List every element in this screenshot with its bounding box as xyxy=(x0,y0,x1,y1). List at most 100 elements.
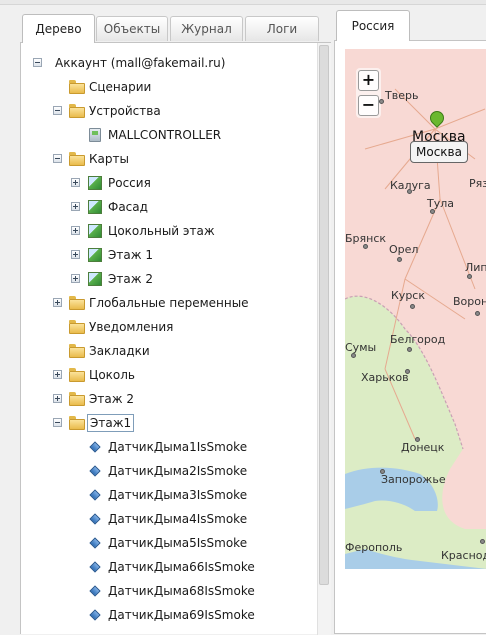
tree-item[interactable]: ДатчикДыма1IsSmoke xyxy=(21,437,311,457)
tab-bar: Дерево Объекты Журнал Логи xyxy=(20,12,331,43)
city-label: Донецк xyxy=(401,441,445,454)
tree-item[interactable]: Этаж 1 xyxy=(21,245,311,265)
tree-item[interactable]: Цокольный этаж xyxy=(21,221,311,241)
tree-item[interactable]: Устройства xyxy=(21,101,311,121)
city-label: Воронеж xyxy=(453,295,486,308)
tree-item-label: Цокольный этаж xyxy=(108,224,215,238)
tree-item[interactable]: Фасад xyxy=(21,197,311,217)
tree-item-label: ДатчикДыма3IsSmoke xyxy=(108,488,248,502)
map-container: + − Тверь Москва Калуга Тула Брянск Орел… xyxy=(334,40,486,634)
city-label: Белгород xyxy=(390,333,446,346)
sensor-icon xyxy=(89,489,101,501)
device-icon xyxy=(89,128,101,142)
tree-item[interactable]: Этаж 2 xyxy=(21,269,311,289)
tree-item[interactable]: Глобальные переменные xyxy=(21,293,311,313)
tree-item-label: ДатчикДыма1IsSmoke xyxy=(108,440,248,454)
tree-item-label: Россия xyxy=(108,176,151,190)
city-marker xyxy=(407,347,412,352)
tree-item[interactable]: ДатчикДыма2IsSmoke xyxy=(21,461,311,481)
city-label: Ферополь xyxy=(345,541,403,554)
folder-icon xyxy=(69,344,85,358)
zoom-in-button[interactable]: + xyxy=(358,70,379,91)
city-label: Тверь xyxy=(385,89,419,102)
tree-item-label: Этаж 2 xyxy=(89,392,134,406)
map-view[interactable]: + − Тверь Москва Калуга Тула Брянск Орел… xyxy=(345,49,486,569)
tree-item-label: Глобальные переменные xyxy=(89,296,249,310)
expand-icon[interactable] xyxy=(71,202,80,211)
expand-icon[interactable] xyxy=(53,298,62,307)
expand-icon[interactable] xyxy=(53,394,62,403)
expand-icon[interactable] xyxy=(71,250,80,259)
map-image-icon xyxy=(88,272,102,286)
city-marker xyxy=(397,257,402,262)
expand-icon[interactable] xyxy=(71,274,80,283)
tree-item[interactable]: Закладки xyxy=(21,341,311,361)
tree-item-label: ДатчикДыма69IsSmoke xyxy=(108,608,255,622)
folder-icon xyxy=(69,80,85,94)
tree-item[interactable]: ДатчикДыма69IsSmoke xyxy=(21,605,311,625)
marker-label[interactable]: Москва xyxy=(410,141,468,163)
tab-journal[interactable]: Журнал xyxy=(170,16,243,41)
tab-logs[interactable]: Логи xyxy=(245,16,319,41)
tree-item-label: Уведомления xyxy=(89,320,174,334)
top-strip xyxy=(0,0,486,5)
folder-icon xyxy=(69,368,85,382)
city-label: Рязан xyxy=(469,177,486,190)
collapse-icon[interactable] xyxy=(53,154,62,163)
sensor-icon xyxy=(89,561,101,573)
tree-item-label: ДатчикДыма68IsSmoke xyxy=(108,584,255,598)
tree-item-label: Карты xyxy=(89,152,129,166)
tree-item[interactable]: Уведомления xyxy=(21,317,311,337)
tab-map-russia[interactable]: Россия xyxy=(336,10,410,41)
city-label: Запорожье xyxy=(381,473,446,486)
tree-item[interactable]: ДатчикДыма66IsSmoke xyxy=(21,557,311,577)
tab-objects[interactable]: Объекты xyxy=(96,16,168,41)
expand-icon[interactable] xyxy=(71,226,80,235)
tree-item[interactable]: ДатчикДыма3IsSmoke xyxy=(21,485,311,505)
tree-item-label: ДатчикДыма5IsSmoke xyxy=(108,536,248,550)
tree-item-label: ДатчикДыма4IsSmoke xyxy=(108,512,248,526)
city-marker xyxy=(467,274,472,279)
city-label: Брянск xyxy=(345,232,387,245)
tree-item[interactable]: Этаж 2 xyxy=(21,389,311,409)
collapse-icon[interactable] xyxy=(33,58,42,67)
expand-icon[interactable] xyxy=(71,178,80,187)
map-panel: Россия + − Тверь Москва Калуга Тула Брян… xyxy=(334,10,486,634)
map-terrain xyxy=(345,88,486,569)
tree-item-selected[interactable]: Этаж1 xyxy=(21,413,311,433)
tree-root[interactable]: Аккаунт (mall@fakemail.ru) xyxy=(21,53,311,73)
tree-panel: Аккаунт (mall@fakemail.ru) Сценарии Устр… xyxy=(20,42,331,635)
tab-tree[interactable]: Дерево xyxy=(22,14,95,43)
folder-icon xyxy=(69,104,85,118)
zoom-out-button[interactable]: − xyxy=(358,95,379,116)
city-marker xyxy=(410,304,415,309)
left-panel: Дерево Объекты Журнал Логи Аккаунт (mall… xyxy=(20,12,331,635)
map-image-icon xyxy=(88,176,102,190)
tree-item[interactable]: Сценарии xyxy=(21,77,311,97)
expand-icon[interactable] xyxy=(53,370,62,379)
tree-item[interactable]: ДатчикДыма4IsSmoke xyxy=(21,509,311,529)
tree-item-label: ДатчикДыма66IsSmoke xyxy=(108,560,255,574)
city-marker xyxy=(480,539,485,544)
city-label: Липецк xyxy=(465,261,486,274)
scrollbar-thumb[interactable] xyxy=(319,45,329,585)
tree-item-label: Фасад xyxy=(108,200,148,214)
collapse-icon[interactable] xyxy=(53,418,62,427)
sensor-icon xyxy=(89,537,101,549)
city-label: Курск xyxy=(391,289,425,302)
tree-item[interactable]: Россия xyxy=(21,173,311,193)
tree-item-label: MALLCONTROLLER xyxy=(108,128,222,142)
tree-scrollbar[interactable] xyxy=(317,43,331,635)
tree-item[interactable]: MALLCONTROLLER xyxy=(21,125,311,145)
tree-item[interactable]: ДатчикДыма68IsSmoke xyxy=(21,581,311,601)
tree-item[interactable]: Цоколь xyxy=(21,365,311,385)
folder-icon xyxy=(69,296,85,310)
tree-item[interactable]: Карты xyxy=(21,149,311,169)
sensor-icon xyxy=(89,513,101,525)
tree-item[interactable]: ДатчикДыма5IsSmoke xyxy=(21,533,311,553)
city-label: Орел xyxy=(389,243,419,256)
collapse-icon[interactable] xyxy=(53,106,62,115)
tree-item-label: ДатчикДыма2IsSmoke xyxy=(108,464,248,478)
tree-item-label: Закладки xyxy=(89,344,150,358)
sensor-icon xyxy=(89,465,101,477)
